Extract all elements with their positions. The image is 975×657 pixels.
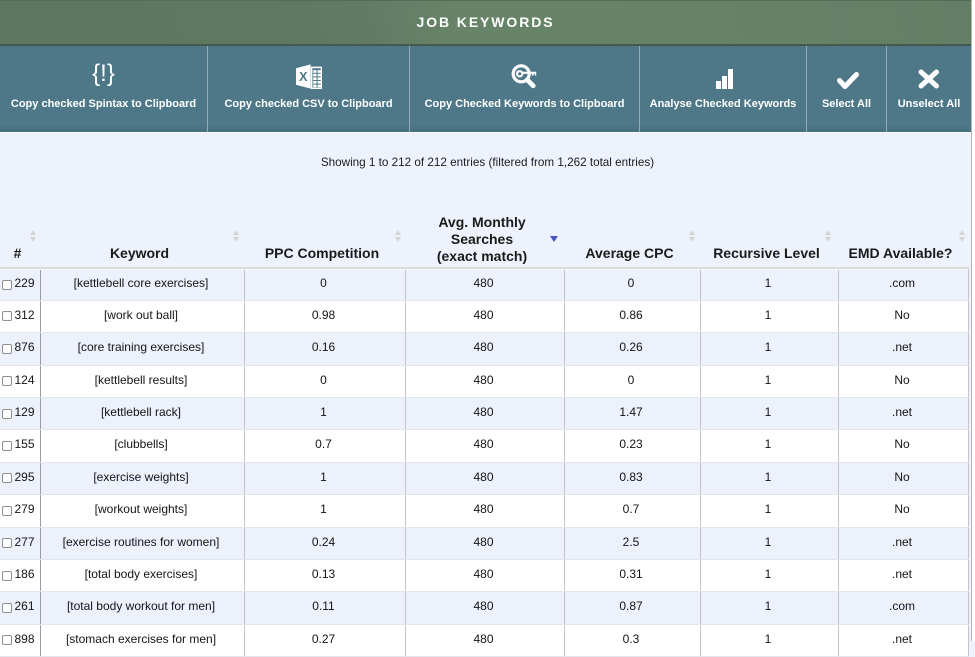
svg-text:X: X bbox=[299, 70, 308, 84]
